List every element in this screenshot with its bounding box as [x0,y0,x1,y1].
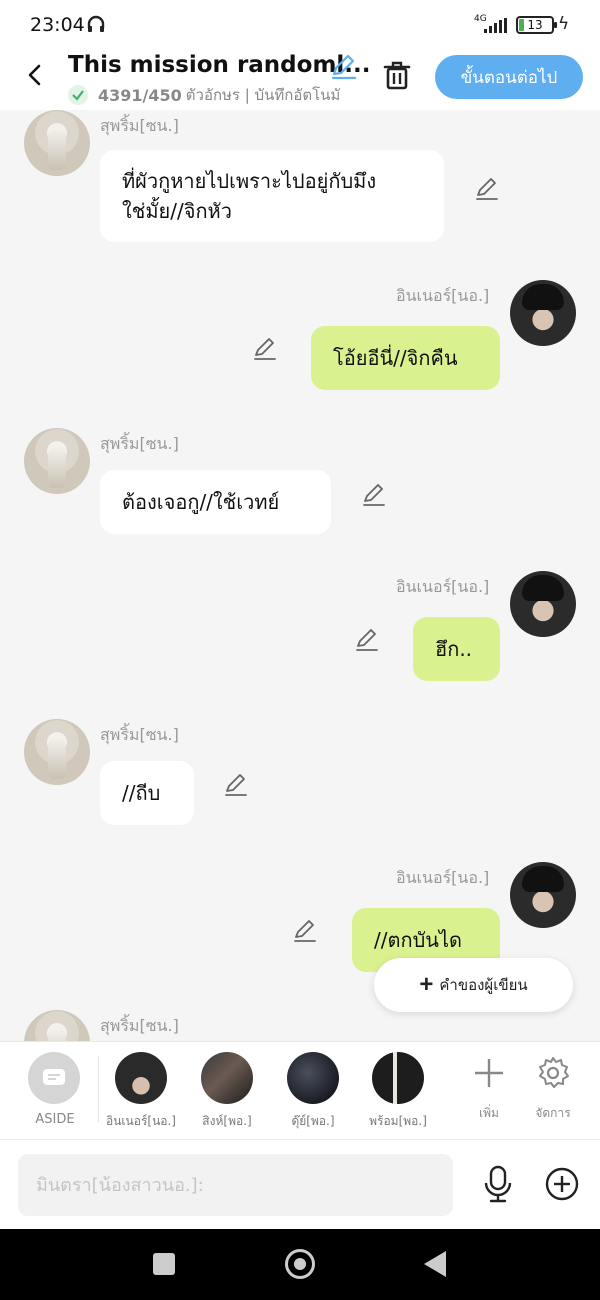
character-avatar[interactable] [201,1052,253,1104]
home-button[interactable] [285,1249,315,1279]
character-avatar[interactable] [287,1052,339,1104]
character-name: พร้อม[พอ.] [369,1114,427,1128]
message-text: ฮึก.. [435,637,473,661]
headphone-icon [87,15,105,32]
check-icon [68,85,88,105]
pencil-icon[interactable] [252,336,278,362]
avatar[interactable] [510,571,576,637]
character-name: สิงห์[พอ.] [202,1114,252,1128]
pencil-icon[interactable] [474,176,500,202]
character-bar: ASIDE อินเนอร์[นอ.] สิงห์[พอ.] ดุ๊ย์[พอ.… [0,1041,600,1139]
message-bubble[interactable]: ที่ผัวกูหายไปเพราะไปอยู่กับมึง ใช่มั้ย//… [100,150,444,242]
aside-button[interactable] [28,1052,80,1104]
input-bar [0,1139,600,1229]
charging-icon: ϟ [558,14,570,34]
message-bubble[interactable]: ต้องเจอกู//ใช้เวทย์ [100,470,331,534]
sender-name: อินเนอร์[นอ.] [396,577,490,596]
autosave-text: ตัวอักษร | บันทึกอัตโนมั [185,86,341,104]
char-count: 4391/450 [98,85,182,105]
author-note-label: คำของผู้เขียน [439,977,528,994]
author-note-button[interactable]: + คำของผู้เขียน [374,958,573,1012]
aside-icon [43,1069,65,1085]
back-icon[interactable] [18,58,52,92]
pencil-icon[interactable] [292,918,318,944]
status-time: 23:04 [30,14,85,36]
gear-icon[interactable] [534,1054,572,1092]
mic-icon[interactable] [480,1164,516,1204]
pencil-icon[interactable] [354,627,380,653]
message-bubble[interactable]: โอ้ยอีนี่//จิกคืน [311,326,500,390]
header: This mission randoml... 4391/450 ตัวอักษ… [0,48,600,110]
add-character-icon[interactable] [470,1054,508,1092]
character-name: ดุ๊ย์[พอ.] [291,1114,335,1128]
system-back-button[interactable] [424,1251,446,1277]
sender-name: อินเนอร์[นอ.] [396,286,490,305]
character-avatar[interactable] [372,1052,424,1104]
add-label: เพิ่ม [479,1106,499,1120]
avatar[interactable] [24,428,90,494]
trash-icon[interactable] [380,58,414,92]
sender-name: สุพริ้ม[ซน.] [100,116,179,135]
message-bubble[interactable]: //ถีบ [100,761,194,825]
message-text: //ถีบ [122,781,161,805]
message-bubble[interactable]: ฮึก.. [413,617,500,681]
plus-icon: + [419,971,434,998]
message-text: ใช่มั้ย//จิกหัว [122,199,232,223]
sender-name: อินเนอร์[นอ.] [396,868,490,887]
character-name: อินเนอร์[นอ.] [106,1114,176,1128]
avatar[interactable] [24,110,90,176]
sender-name: สุพริ้ม[ซน.] [100,1016,179,1035]
signal-icon [484,18,507,33]
plus-circle-icon[interactable] [544,1166,580,1202]
pencil-icon[interactable] [223,772,249,798]
sender-name: สุพริ้ม[ซน.] [100,725,179,744]
edit-icon[interactable] [328,52,358,82]
chat-area[interactable]: สุพริ้ม[ซน.] ที่ผัวกูหายไปเพราะไปอยู่กับ… [0,110,600,1041]
manage-label: จัดการ [535,1106,571,1120]
message-text: ที่ผัวกูหายไปเพราะไปอยู่กับมึง [122,169,377,193]
sender-name: สุพริ้ม[ซน.] [100,434,179,453]
next-step-button[interactable]: ขั้นตอนต่อไป [435,55,583,99]
pencil-icon[interactable] [361,482,387,508]
system-nav-bar [0,1229,600,1300]
message-text: โอ้ยอีนี่//จิกคืน [333,346,458,370]
avatar[interactable] [510,280,576,346]
message-input[interactable] [18,1154,453,1216]
character-avatar[interactable] [115,1052,167,1104]
avatar[interactable] [24,1010,90,1041]
recent-apps-button[interactable] [153,1253,175,1275]
battery-icon: 13 [516,16,557,34]
page-title: This mission randoml... [68,52,371,78]
avatar[interactable] [24,719,90,785]
message-text: ต้องเจอกู//ใช้เวทย์ [122,490,280,514]
save-status: 4391/450 ตัวอักษร | บันทึกอัตโนมั [68,83,340,107]
avatar[interactable] [510,862,576,928]
message-text: //ตกบันได [374,928,462,952]
status-bar: 23:04 4G 13 ϟ [0,0,600,48]
aside-label: ASIDE [35,1112,75,1127]
